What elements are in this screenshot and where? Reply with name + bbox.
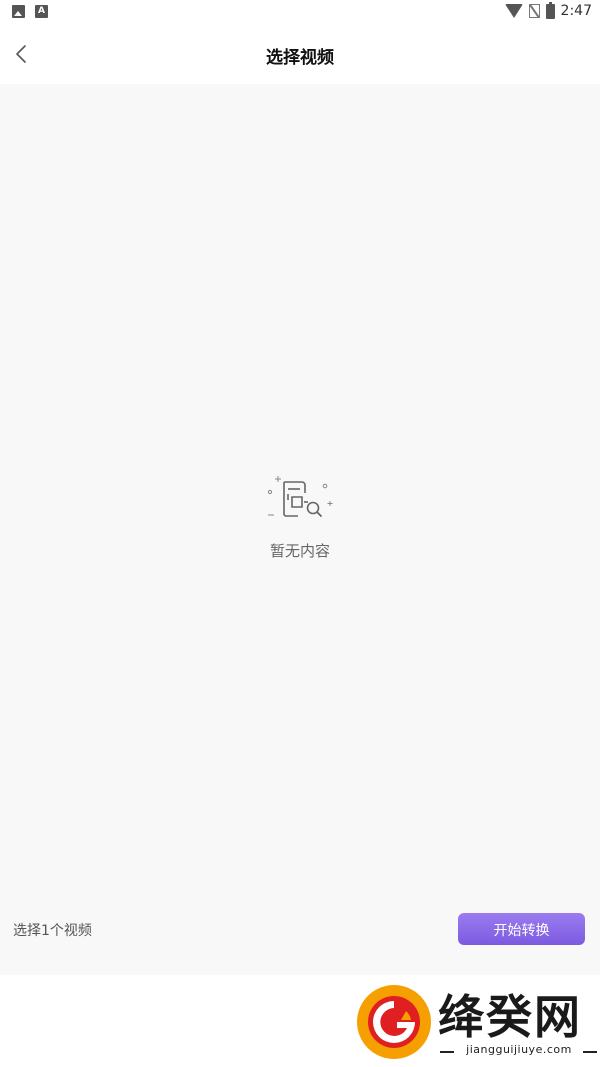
selected-count-label: 选择1个视频 [13, 923, 92, 939]
bottom-action-bar: 选择1个视频 开始转换 [0, 906, 600, 952]
image-notification-icon [12, 5, 25, 18]
page-title: 选择视频 [266, 48, 334, 68]
start-convert-button[interactable]: 开始转换 [458, 913, 585, 945]
wifi-icon [504, 4, 523, 18]
document-search-icon [267, 476, 333, 517]
status-bar: A 2:47 [0, 0, 600, 26]
notification-icons: A [12, 5, 48, 18]
battery-charging-icon [545, 1, 555, 19]
watermark-logo-icon [357, 985, 431, 1059]
watermark: 绛癸网 jiangguijiuye.com [350, 975, 600, 1067]
video-list-area: 暂无内容 [0, 84, 600, 975]
watermark-divider-right [583, 1051, 597, 1053]
text-notification-icon: A [35, 5, 48, 18]
watermark-subtitle: jiangguijiuye.com [466, 1043, 572, 1056]
no-sim-icon [528, 4, 540, 18]
system-icons: 2:47 [504, 1, 592, 19]
app-header: 选择视频 [0, 26, 600, 84]
status-time: 2:47 [560, 3, 592, 19]
empty-state-text: 暂无内容 [269, 542, 330, 560]
empty-state: 暂无内容 [0, 474, 600, 561]
watermark-title: 绛癸网 [438, 990, 582, 1044]
